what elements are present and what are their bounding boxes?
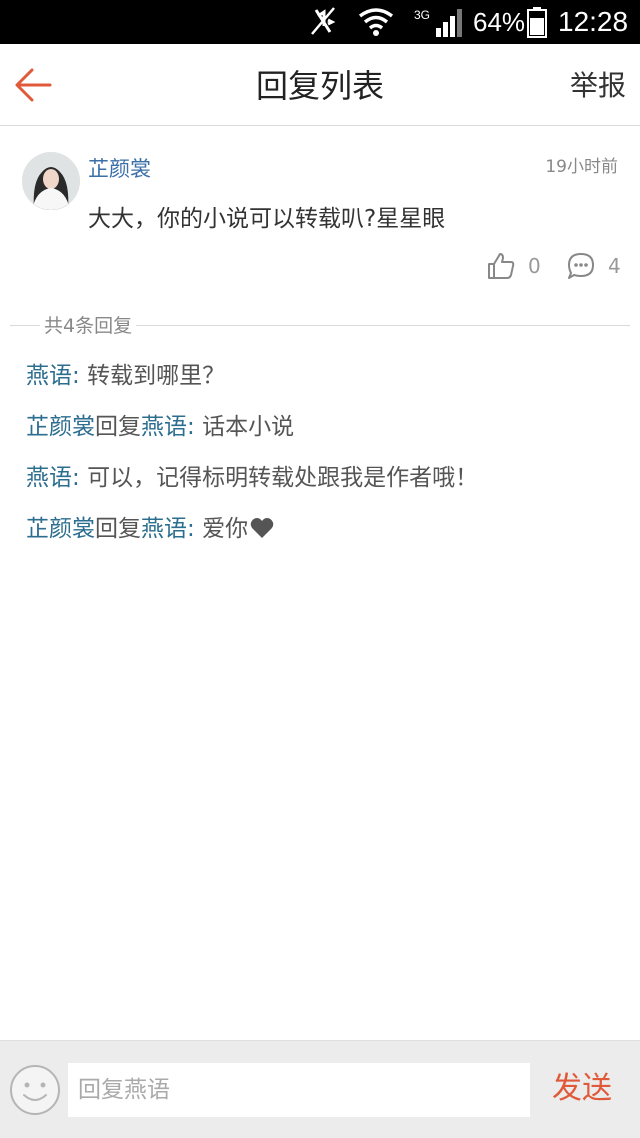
reply-colon: : [187, 414, 203, 440]
reply-text: 转载到哪里？ [87, 363, 226, 389]
comment-count: 4 [608, 254, 621, 278]
signal-icon: 3G [414, 8, 462, 37]
mute-icon [311, 7, 336, 35]
reply-word: 回复 [95, 414, 141, 440]
like-button[interactable]: 0 [486, 250, 541, 282]
reply-colon: : [72, 465, 88, 491]
avatar[interactable] [22, 152, 80, 210]
reply-colon: : [72, 363, 88, 389]
reply-list: 燕语: 转载到哪里？ 芷颜裳回复燕语: 话本小说 燕语: 可以，记得标明转载处跟… [26, 360, 626, 564]
send-button[interactable]: 发送 [552, 1069, 612, 1109]
reply-item[interactable]: 燕语: 可以，记得标明转载处跟我是作者哦！ [26, 462, 626, 513]
arrow-left-icon[interactable] [12, 64, 54, 106]
status-bar: 3G 64% 12:28 [0, 0, 640, 44]
network-type: 3G [414, 8, 430, 22]
page-title: 回复列表 [255, 67, 384, 105]
report-button[interactable]: 举报 [570, 68, 626, 104]
avatar-image [22, 152, 80, 210]
battery-percent: 64% [473, 7, 526, 37]
wifi-icon [358, 8, 394, 36]
reply-count-label: 共4条回复 [40, 313, 137, 339]
battery-icon [527, 7, 547, 38]
reply-input-bar: 发送 [0, 1040, 640, 1138]
reply-target[interactable]: 燕语 [141, 414, 187, 440]
post-author[interactable]: 芷颜裳 [88, 156, 151, 182]
clock: 12:28 [558, 6, 629, 37]
reply-colon: : [187, 516, 203, 542]
reply-text: 话本小说 [202, 414, 295, 440]
post-content: 大大，你的小说可以转载叭?星星眼 [88, 206, 446, 232]
comment-button[interactable]: 4 [566, 250, 621, 282]
reply-target[interactable]: 燕语 [141, 516, 187, 542]
header-bar: 回复列表 举报 [0, 44, 640, 126]
main-post: 芷颜裳 19小时前 大大，你的小说可以转载叭?星星眼 0 4 [0, 126, 640, 306]
reply-item[interactable]: 芷颜裳回复燕语: 话本小说 [26, 411, 626, 462]
post-timestamp: 19小时前 [545, 157, 618, 177]
heart-icon [250, 518, 274, 538]
reply-author[interactable]: 芷颜裳 [26, 414, 95, 440]
comment-bubble-icon [568, 253, 594, 279]
reply-input[interactable] [68, 1063, 530, 1117]
reply-author[interactable]: 芷颜裳 [26, 516, 95, 542]
reply-author[interactable]: 燕语 [26, 465, 72, 491]
reply-text: 爱你 [202, 516, 249, 542]
reply-item[interactable]: 芷颜裳回复燕语: 爱你 [26, 513, 626, 564]
emoji-icon[interactable] [8, 1063, 62, 1117]
thumbs-up-icon [488, 253, 515, 279]
like-count: 0 [528, 254, 541, 278]
reply-count-divider: 共4条回复 [10, 313, 630, 339]
reply-word: 回复 [95, 516, 141, 542]
reply-item[interactable]: 燕语: 转载到哪里？ [26, 360, 626, 411]
reply-author[interactable]: 燕语 [26, 363, 72, 389]
reply-text: 可以，记得标明转载处跟我是作者哦！ [87, 465, 479, 491]
